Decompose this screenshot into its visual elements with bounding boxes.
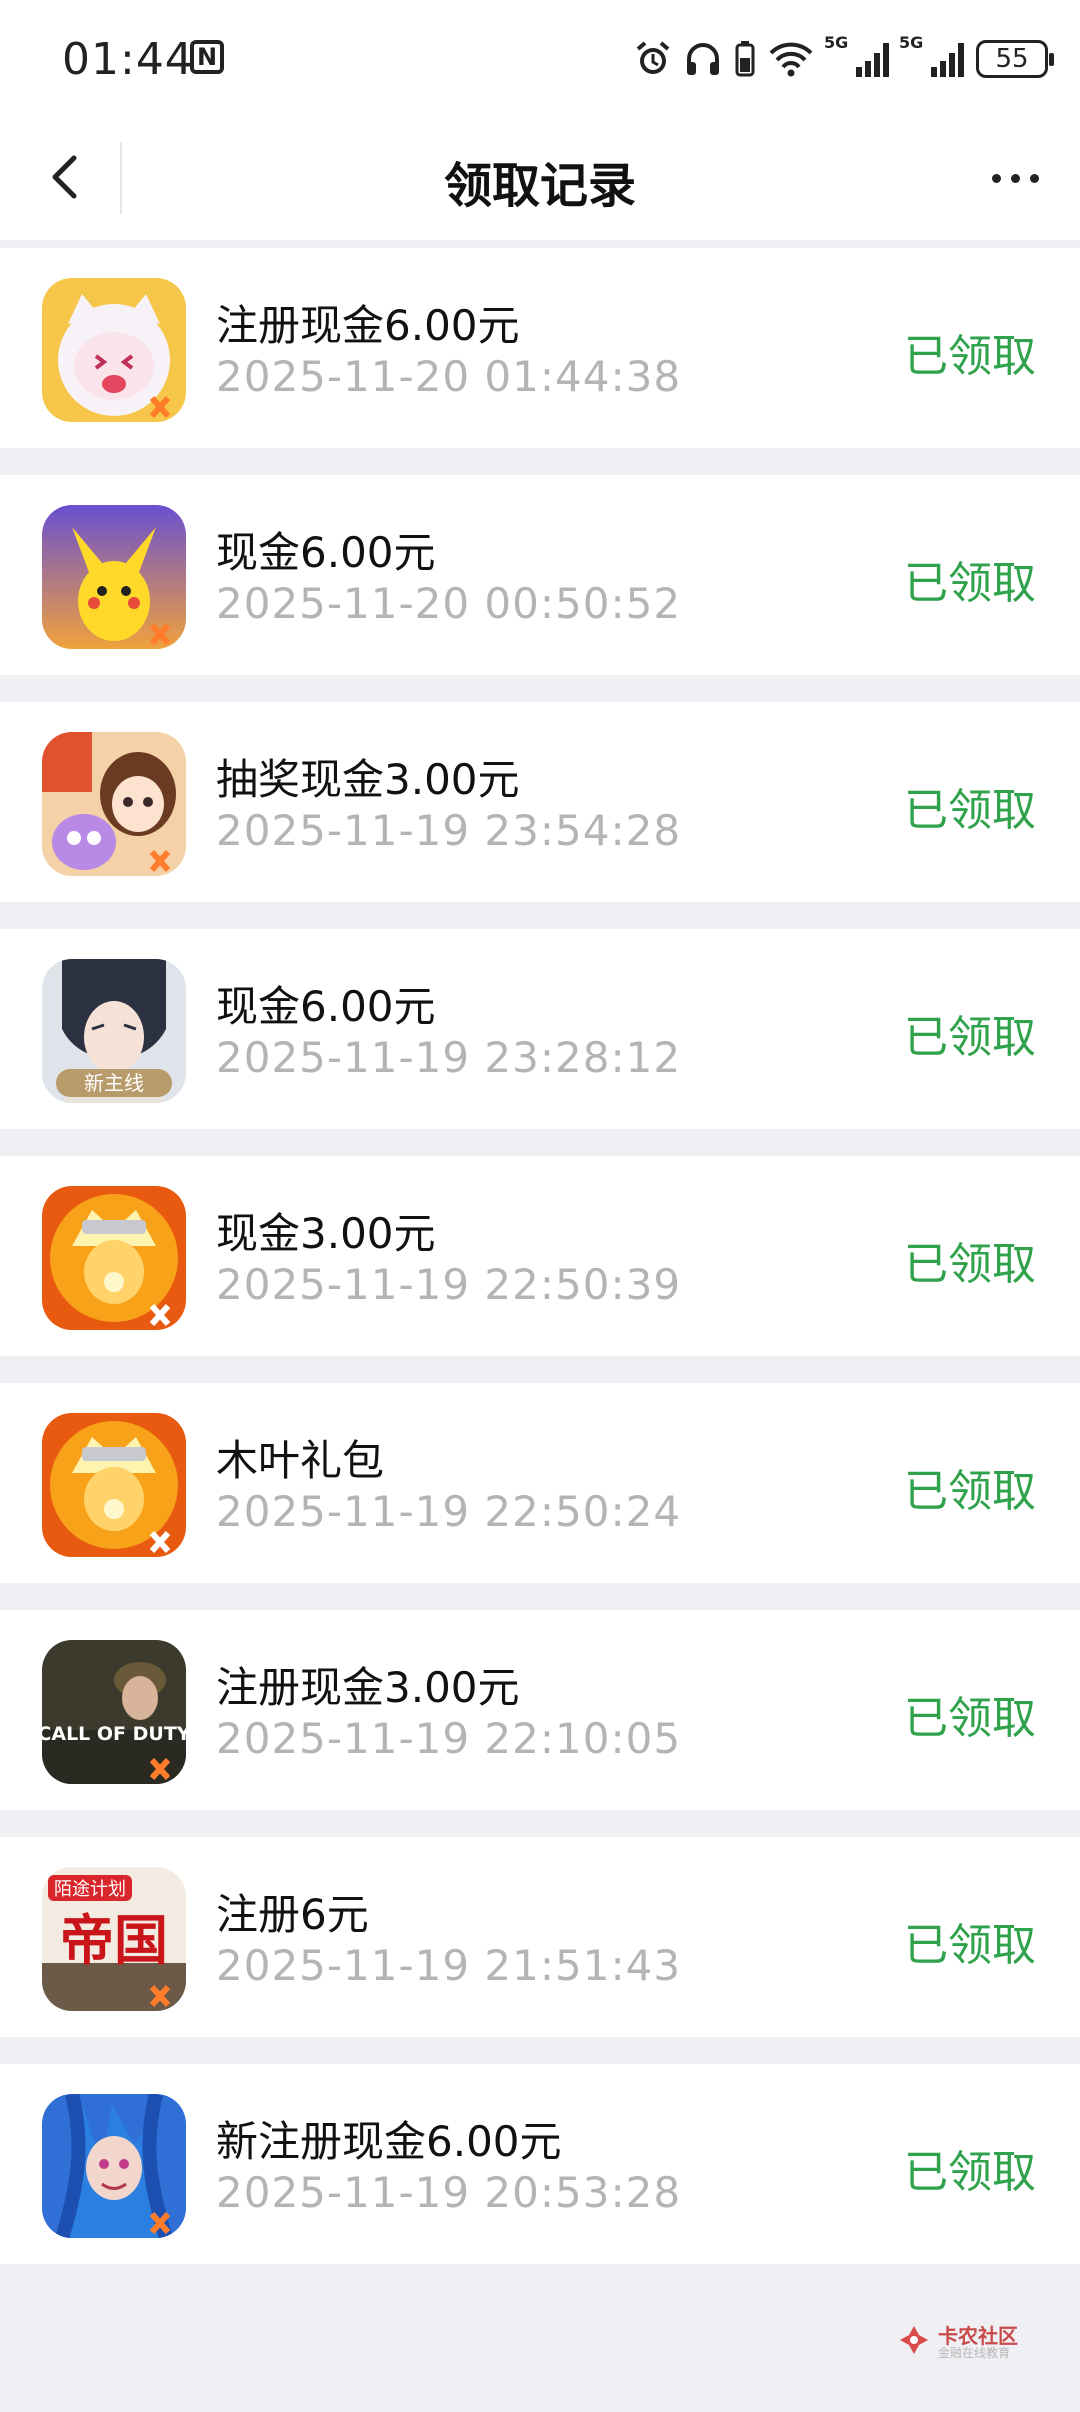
wifi-icon (769, 42, 813, 77)
empire-game-icon: 陌途计划帝国 (42, 1867, 186, 2011)
record-date: 2025-11-19 22:10:05 (216, 1714, 682, 1763)
claimed-status: 已领取 (904, 785, 1036, 836)
record-row[interactable]: 新注册现金6.00元 2025-11-19 20:53:28 已领取 (0, 2064, 1080, 2264)
claimed-status: 已领取 (904, 331, 1036, 382)
claimed-status: 已领取 (904, 2147, 1036, 2198)
record-date: 2025-11-20 00:50:52 (216, 579, 682, 628)
page-title: 领取记录 (443, 158, 636, 214)
record-row[interactable]: CALL OF DUTY 注册现金3.00元 2025-11-19 22:10:… (0, 1610, 1080, 1810)
naruto-game-icon (42, 1186, 186, 1330)
nfc-icon: N (190, 40, 224, 74)
claimed-status: 已领取 (904, 1693, 1036, 1744)
jinx-game-icon (42, 2094, 186, 2238)
record-date: 2025-11-19 22:50:39 (216, 1260, 682, 1309)
icon-caption: CALL OF DUTY (42, 1723, 186, 1745)
icon-badge: 陌途计划 (54, 1879, 126, 1900)
status-icons: 5G 5G 55 (634, 33, 1054, 82)
record-row[interactable]: 现金6.00元 2025-11-20 00:50:52 已领取 (0, 475, 1080, 675)
record-date: 2025-11-19 22:50:24 (216, 1487, 682, 1536)
record-date: 2025-11-19 21:51:43 (216, 1941, 682, 1990)
watermark-subtitle: 金融在线教育 (938, 2346, 1011, 2360)
record-title: 现金6.00元 (216, 982, 436, 1031)
cat-game-icon (42, 278, 186, 422)
claimed-status: 已领取 (904, 1012, 1036, 1063)
cellular-signal-2-icon: 5G (899, 33, 964, 77)
community-watermark: 卡农社区 金融在线教育 (898, 2320, 1048, 2360)
icon-caption: 新主线 (84, 1071, 144, 1095)
device-battery-icon (735, 41, 755, 77)
claimed-status: 已领取 (904, 558, 1036, 609)
more-options-icon[interactable] (980, 144, 1050, 212)
kanong-logo-icon (900, 2326, 928, 2354)
alarm-icon (636, 41, 670, 74)
navigation-bar: 领取记录 (0, 118, 1080, 240)
record-date: 2025-11-19 20:53:28 (216, 2168, 682, 2217)
battery-indicator: 55 (976, 40, 1054, 78)
record-title: 现金6.00元 (216, 528, 436, 577)
claimed-status: 已领取 (904, 1920, 1036, 1971)
record-row[interactable]: 新主线 现金6.00元 2025-11-19 23:28:12 已领取 (0, 929, 1080, 1129)
record-row[interactable]: 抽奖现金3.00元 2025-11-19 23:54:28 已领取 (0, 702, 1080, 902)
icon-caption: 帝国 (60, 1909, 168, 1972)
record-row[interactable]: 木叶礼包 2025-11-19 22:50:24 已领取 (0, 1383, 1080, 1583)
naruto-game-icon (42, 1413, 186, 1557)
record-row[interactable]: 陌途计划帝国 注册6元 2025-11-19 21:51:43 已领取 (0, 1837, 1080, 2037)
record-title: 新注册现金6.00元 (216, 2117, 562, 2166)
cute-characters-game-icon (42, 732, 186, 876)
romance-game-icon: 新主线 (42, 959, 186, 1103)
record-title: 木叶礼包 (216, 1436, 385, 1485)
clock: 01:44 (62, 34, 194, 85)
status-bar: 01:44 N 5G 5G 55 (0, 0, 1080, 118)
claimed-status: 已领取 (904, 1239, 1036, 1290)
cellular-signal-1-icon: 5G (824, 33, 889, 77)
record-title: 抽奖现金3.00元 (216, 755, 520, 804)
record-title: 注册现金3.00元 (216, 1663, 520, 1712)
pikachu-game-icon (42, 505, 186, 649)
record-title: 现金3.00元 (216, 1209, 436, 1258)
record-title: 注册现金6.00元 (216, 301, 520, 350)
record-title: 注册6元 (216, 1890, 369, 1939)
record-date: 2025-11-19 23:28:12 (216, 1033, 682, 1082)
call-of-duty-game-icon: CALL OF DUTY (42, 1640, 186, 1784)
record-date: 2025-11-20 01:44:38 (216, 352, 682, 401)
record-date: 2025-11-19 23:54:28 (216, 806, 682, 855)
record-row[interactable]: 现金3.00元 2025-11-19 22:50:39 已领取 (0, 1156, 1080, 1356)
record-row[interactable]: 注册现金6.00元 2025-11-20 01:44:38 已领取 (0, 248, 1080, 448)
headphones-icon (687, 43, 719, 75)
claim-record-list: 注册现金6.00元 2025-11-20 01:44:38 已领取 现金6.00… (0, 248, 1080, 2291)
claimed-status: 已领取 (904, 1466, 1036, 1517)
